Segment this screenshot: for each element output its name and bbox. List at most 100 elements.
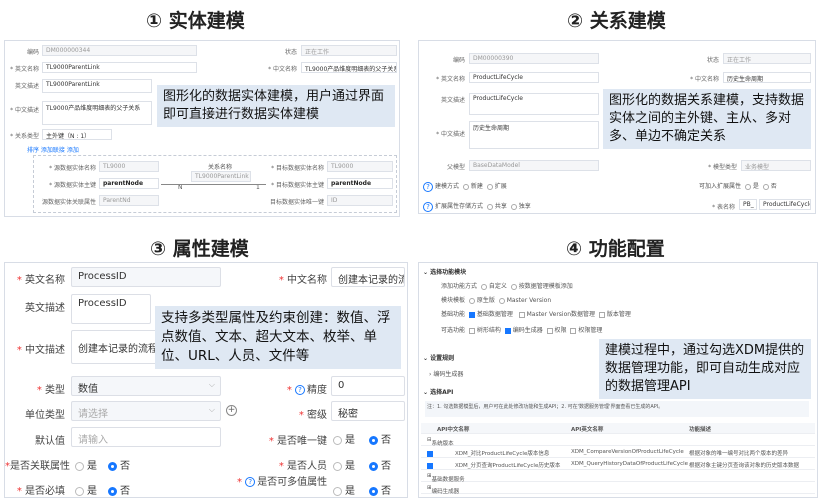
en-desc-field[interactable]: TL9000ParentLink <box>42 79 152 93</box>
api-group-row[interactable]: ⊟ 系统版本 <box>421 435 815 447</box>
checkbox-perm-mgmt[interactable] <box>570 327 577 334</box>
api-row[interactable]: XDM_分页查询ProductLifeCycle历史版本 XDM_QueryHis… <box>421 459 815 470</box>
p2-attr-row: ? 扩展属性存储方式 共享 独享 <box>423 201 531 212</box>
radio-custom[interactable] <box>480 283 487 290</box>
p3-unit-select[interactable]: 请选择 ⌵ <box>71 401 221 421</box>
attribute-modeling-panel: * 英文名称 ProcessID * 中文名称 创建本记录的流程ID 英文描述 … <box>4 262 408 498</box>
title-function-config: ④ 功能配置 <box>566 238 665 260</box>
p3-secret-select[interactable]: 秘密 <box>331 401 405 421</box>
code-field[interactable]: DM000000344 <box>42 45 197 56</box>
help-icon-2: ? <box>423 201 433 212</box>
target-unique-field[interactable]: ID <box>327 195 393 206</box>
p2-parent-label: 父模型 <box>446 164 465 171</box>
p3-en-desc-field[interactable]: ProcessID <box>71 294 151 324</box>
checkbox-basic[interactable] <box>468 311 475 318</box>
relation-name-field[interactable]: TL9000ParentLink <box>191 171 251 182</box>
p2-cn-name-field[interactable]: 历史生命周期 <box>723 72 811 83</box>
source-attr-field[interactable]: ParentNd <box>99 195 159 206</box>
radio-exclusive[interactable] <box>510 203 517 210</box>
p3-unit-label: 单位类型 <box>25 410 65 421</box>
rel-tabs[interactable]: 排序 添加联接 添加 <box>27 145 79 154</box>
p3-cn-name-label: * 中文名称 <box>278 275 327 286</box>
status-field[interactable]: 正在工作 <box>301 45 397 56</box>
p2-model-type-field[interactable]: 业务模型 <box>741 160 811 171</box>
p3-related-yes[interactable]: 是 <box>75 457 97 472</box>
p3-person-no[interactable]: 否 <box>369 457 391 472</box>
p3-precision-field[interactable]: 0 <box>331 376 405 396</box>
p3-en-name-field[interactable]: ProcessID <box>71 267 221 287</box>
checkbox-master[interactable] <box>518 311 525 318</box>
radio-ext-no[interactable] <box>762 183 769 190</box>
cn-name-field[interactable]: TL9000产品维度明细表的父子关系 <box>301 62 397 73</box>
api-row[interactable]: XDM_对比ProductLifeCycle版本信息 XDM_CompareVer… <box>421 447 815 458</box>
target-unique-label: 目标数据实体唯一键 <box>269 199 324 206</box>
p4-section1[interactable]: ⌄ 选择功能模块 <box>423 267 466 276</box>
p3-cn-name-field[interactable]: 创建本记录的流程ID <box>331 267 405 287</box>
p3-unique-yes[interactable]: 是 <box>333 431 355 446</box>
checkbox-version[interactable] <box>598 311 605 318</box>
en-name-field[interactable]: TL9000ParentLink <box>42 62 197 73</box>
entity-modeling-panel: 编码 DM000000344 状态 正在工作 * 英文名称 TL9000Pare… <box>4 40 400 217</box>
checkbox-perm[interactable] <box>546 327 553 334</box>
p3-required-no[interactable]: 否 <box>108 482 130 497</box>
p2-cn-name-label: * 中文名称 <box>690 76 719 83</box>
p4-note: 注：1. 勾选数据模型后，用户可在此处修改功能和生成API；2. 可在'数据服务… <box>425 401 809 417</box>
p4-sub2[interactable]: › 编码生成器 <box>429 369 463 378</box>
p2-en-desc-field[interactable]: ProductLifeCycle <box>469 93 599 115</box>
target-key-field[interactable]: parentNode <box>327 178 393 189</box>
target-key-label: * 目标数据实体主键 <box>271 182 324 189</box>
rel-type-label: * 关系类型 <box>10 133 39 140</box>
radio-native[interactable] <box>468 297 475 304</box>
relation-diagram: * 源数据实体名称 TL9000 * 源数据实体主键 parentNode 源数… <box>33 155 397 213</box>
p2-mode-opt1: 新建 <box>470 183 483 190</box>
api-group-row[interactable]: ⊞ 基础数据服务 <box>421 471 815 483</box>
add-unit-icon[interactable]: + <box>226 405 237 416</box>
checkbox-code-gen[interactable] <box>504 327 511 334</box>
p3-unique-no[interactable]: 否 <box>369 431 391 446</box>
target-entity-field[interactable]: TL9000 <box>327 161 393 172</box>
p2-status-field[interactable]: 正在工作 <box>723 53 811 64</box>
p4-section3[interactable]: ⌄ 选择API <box>423 387 453 396</box>
en-desc-label: 英文描述 <box>14 83 39 90</box>
p3-type-value: 数值 <box>78 384 98 395</box>
p2-attr-opt2: 独享 <box>518 203 531 210</box>
p3-default-field[interactable]: 请输入 <box>71 427 221 447</box>
source-key-field[interactable]: parentNode <box>99 178 159 189</box>
p3-multi-yes[interactable]: 是 <box>333 482 355 497</box>
p2-table-field[interactable]: ProductLifeCycle <box>759 199 811 210</box>
p3-related-no[interactable]: 否 <box>108 457 130 472</box>
checkbox-api2[interactable] <box>427 463 433 469</box>
radio-ext-yes[interactable] <box>744 183 751 190</box>
p3-type-select[interactable]: 数值 ⌵ <box>71 376 221 396</box>
p2-en-name-label: * 英文名称 <box>436 76 465 83</box>
p4-row2: 模块模板 原生版 Master Version <box>441 297 552 304</box>
p2-en-name-field[interactable]: ProductLifeCycle <box>469 72 599 83</box>
cn-desc-field[interactable]: TL9000产品维度明细表的父子关系 <box>42 101 152 125</box>
p2-attr-opt1: 共享 <box>494 203 507 210</box>
p4-section2[interactable]: ⌄ 设置规则 <box>423 353 454 362</box>
p3-type-label: * 类型 <box>36 385 65 396</box>
rel-type-select[interactable]: 主外键（N : 1） <box>42 129 112 140</box>
p3-multi-no[interactable]: 否 <box>369 482 391 497</box>
p2-ext-label: 可加入扩展属性 <box>699 183 742 190</box>
p2-cn-desc-field[interactable]: 历史生命周期 <box>469 121 599 149</box>
radio-master[interactable] <box>498 297 505 304</box>
p3-cn-desc-label: * 中文描述 <box>16 345 65 356</box>
relation-name-label: 关系名称 <box>208 164 233 171</box>
p3-required-yes[interactable]: 是 <box>75 482 97 497</box>
code-label: 编码 <box>26 49 39 56</box>
radio-shared[interactable] <box>486 203 493 210</box>
api-group-row[interactable]: ⊞ 编码生成器 <box>421 483 815 495</box>
radio-new[interactable] <box>462 183 469 190</box>
p2-code-field[interactable]: DM00000390 <box>469 53 599 64</box>
p2-parent-field[interactable]: BaseDataModel <box>469 160 599 171</box>
radio-extend[interactable] <box>486 183 493 190</box>
radio-template[interactable] <box>510 283 517 290</box>
p3-person-yes[interactable]: 是 <box>333 457 355 472</box>
p2-en-desc-label: 英文描述 <box>440 97 465 104</box>
relation-modeling-panel: 编码 DM00000390 状态 正在工作 * 英文名称 ProductLife… <box>418 40 816 214</box>
checkbox-api1[interactable] <box>427 451 433 457</box>
checkbox-tree[interactable] <box>468 327 475 334</box>
p3-required-label: * 是否必填 <box>16 486 65 497</box>
source-entity-field[interactable]: TL9000 <box>99 161 159 172</box>
